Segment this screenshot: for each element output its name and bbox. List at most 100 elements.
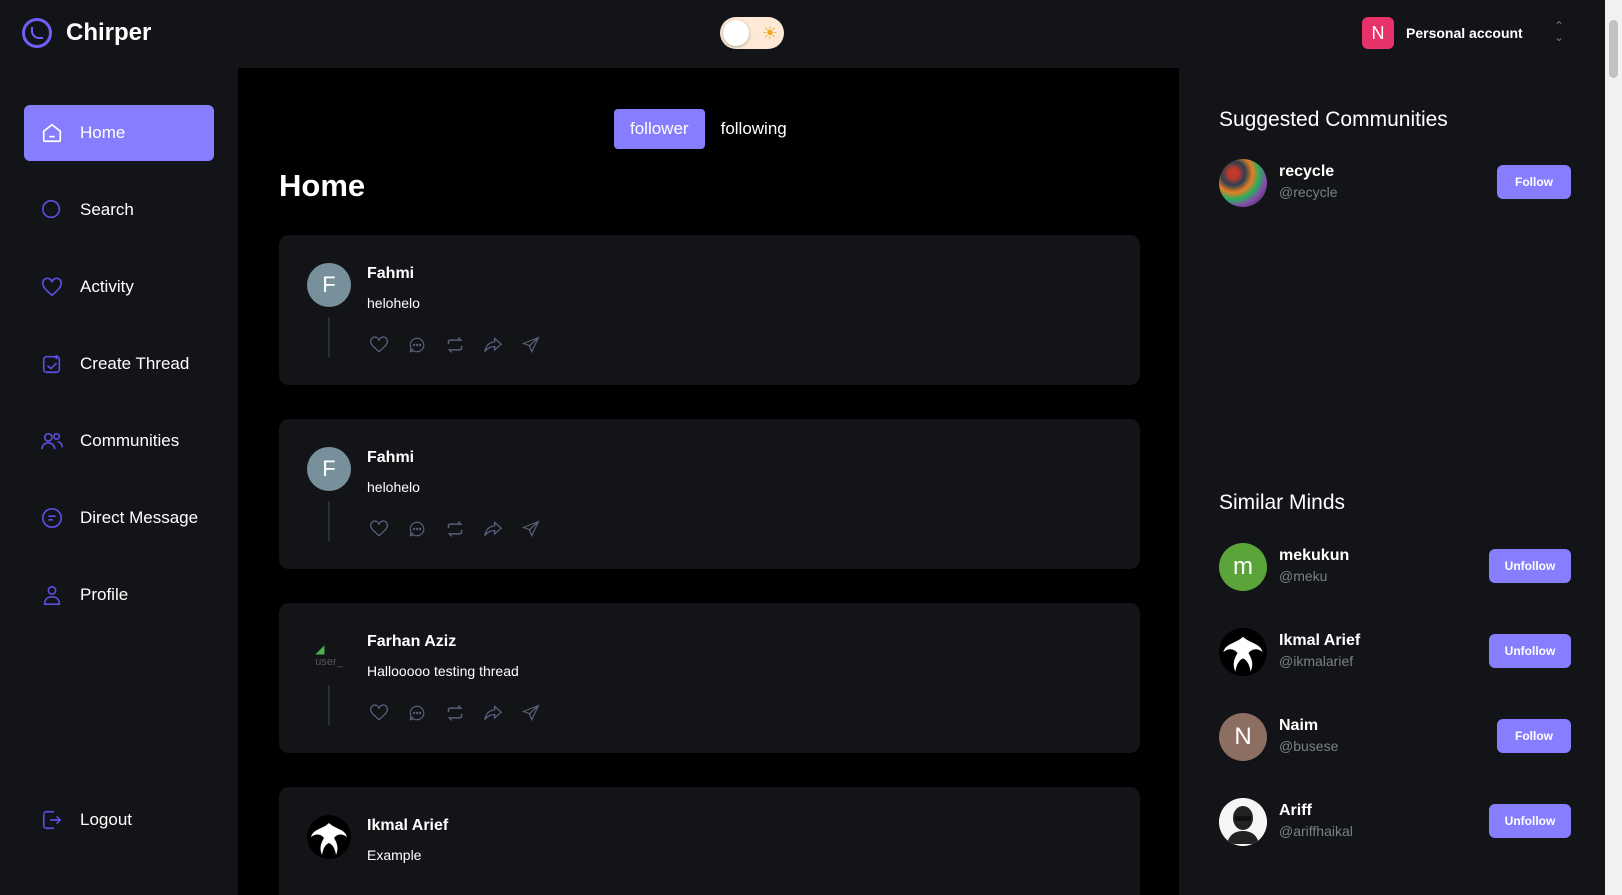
theme-toggle[interactable]: ☀ [720, 17, 784, 49]
community-name[interactable]: recycle [1279, 163, 1334, 181]
left-sidebar: Home Search Activity Create Thread Commu… [0, 68, 238, 895]
user-handle: @ikmalarief [1279, 653, 1354, 669]
avatar[interactable]: m [1219, 543, 1267, 591]
avatar[interactable] [1219, 628, 1267, 676]
like-heart-icon[interactable] [367, 333, 391, 357]
reply-icon[interactable] [405, 517, 429, 541]
thread-card[interactable]: F Fahmi helohelo [279, 235, 1140, 385]
nav-item-search[interactable]: Search [24, 182, 214, 238]
post-text: helohelo [367, 295, 420, 311]
create-thread-icon [40, 352, 64, 376]
page-title: Home [279, 168, 366, 203]
post-author[interactable]: Fahmi [367, 265, 414, 283]
like-heart-icon[interactable] [367, 701, 391, 725]
suggested-communities-title: Suggested Communities [1219, 108, 1448, 131]
nav-item-direct-message[interactable]: Direct Message [24, 490, 214, 546]
user-item: N Naim @busese Follow [1219, 711, 1571, 761]
app-name: Chirper [66, 19, 152, 46]
share-icon[interactable] [481, 333, 505, 357]
post-author[interactable]: Fahmi [367, 449, 414, 467]
nav-label: Direct Message [80, 508, 199, 527]
chevron-up-down-icon: ⌃ ⌄ [1554, 19, 1565, 44]
community-handle: @recycle [1279, 184, 1338, 200]
post-author[interactable]: Ikmal Arief [367, 817, 448, 835]
thread-card[interactable]: ◢ user_ Farhan Aziz Hallooooo testing thr… [279, 603, 1140, 753]
post-author[interactable]: Farhan Aziz [367, 633, 456, 651]
thread-line [328, 317, 330, 357]
share-icon[interactable] [481, 701, 505, 725]
thread-card[interactable]: Ikmal Arief Example [279, 787, 1140, 895]
user-handle: @busese [1279, 738, 1339, 754]
like-heart-icon[interactable] [367, 517, 391, 541]
nav-item-activity[interactable]: Activity [24, 259, 214, 315]
community-avatar[interactable] [1219, 159, 1267, 207]
thread-card[interactable]: F Fahmi helohelo [279, 419, 1140, 569]
similar-minds-title: Similar Minds [1219, 491, 1346, 514]
user-item: m mekukun @meku Unfollow [1219, 541, 1571, 591]
unfollow-button[interactable]: Unfollow [1489, 549, 1571, 583]
app-logo[interactable]: Chirper [22, 18, 151, 48]
user-name[interactable]: Ariff [1279, 802, 1312, 820]
logout-icon [40, 808, 64, 832]
logout-button[interactable]: Logout [24, 792, 214, 848]
send-icon[interactable] [519, 517, 543, 541]
user-name[interactable]: mekukun [1279, 547, 1349, 565]
tab-follower[interactable]: follower [614, 109, 705, 149]
community-item: recycle @recycle Follow [1219, 157, 1571, 207]
repost-icon[interactable] [443, 701, 467, 725]
spider-avatar-icon [1219, 628, 1267, 676]
page-scrollbar[interactable] [1605, 0, 1622, 895]
nav-label: Communities [80, 431, 180, 450]
user-name[interactable]: Ikmal Arief [1279, 632, 1360, 650]
nav-label: Home [80, 123, 126, 142]
follow-button[interactable]: Follow [1497, 719, 1571, 753]
reply-icon[interactable] [405, 333, 429, 357]
send-icon[interactable] [519, 333, 543, 357]
nav-item-profile[interactable]: Profile [24, 567, 214, 623]
account-label: Personal account [1406, 25, 1523, 41]
follow-button[interactable]: Follow [1497, 165, 1571, 199]
avatar[interactable]: N [1219, 713, 1267, 761]
send-icon[interactable] [519, 701, 543, 725]
account-avatar: N [1362, 17, 1394, 49]
message-icon [40, 506, 64, 530]
avatar[interactable]: ◢ user_ [307, 631, 351, 675]
post-text: Hallooooo testing thread [367, 663, 519, 679]
nav-label: Profile [80, 585, 129, 604]
right-sidebar: Suggested Communities recycle @recycle F… [1179, 68, 1605, 895]
nav-label: Logout [80, 810, 132, 829]
user-photo-icon [1219, 798, 1267, 846]
home-icon [40, 121, 64, 145]
repost-icon[interactable] [443, 333, 467, 357]
nav-item-home[interactable]: Home [24, 105, 214, 161]
search-icon [40, 198, 64, 222]
post-text: helohelo [367, 479, 420, 495]
avatar[interactable] [1219, 798, 1267, 846]
users-icon [40, 429, 64, 453]
unfollow-button[interactable]: Unfollow [1489, 634, 1571, 668]
avatar[interactable] [307, 815, 351, 859]
user-name[interactable]: Naim [1279, 717, 1318, 735]
user-handle: @meku [1279, 568, 1328, 584]
scrollbar-thumb[interactable] [1609, 20, 1618, 78]
user-item: Ikmal Arief @ikmalarief Unfollow [1219, 626, 1571, 676]
user-handle: @ariffhaikal [1279, 823, 1353, 839]
toggle-knob [723, 20, 749, 46]
account-switcher[interactable]: N Personal account ⌃ ⌄ [1362, 17, 1564, 49]
user-item: Ariff @ariffhaikal Unfollow [1219, 796, 1571, 846]
share-icon[interactable] [481, 517, 505, 541]
nav-item-create-thread[interactable]: Create Thread [24, 336, 214, 392]
repost-icon[interactable] [443, 517, 467, 541]
avatar-alt-text: user_ [315, 655, 343, 668]
nav-item-communities[interactable]: Communities [24, 413, 214, 469]
feed-tabs: follower following [614, 109, 803, 149]
avatar[interactable]: F [307, 263, 351, 307]
reply-icon[interactable] [405, 701, 429, 725]
top-bar: Chirper ☀ N Personal account ⌃ ⌄ [0, 0, 1605, 68]
main-feed: follower following Home F Fahmi helohelo… [238, 68, 1179, 895]
thread-line [328, 685, 330, 725]
avatar[interactable]: F [307, 447, 351, 491]
tab-following[interactable]: following [705, 109, 803, 149]
unfollow-button[interactable]: Unfollow [1489, 804, 1571, 838]
nav-label: Activity [80, 277, 134, 296]
